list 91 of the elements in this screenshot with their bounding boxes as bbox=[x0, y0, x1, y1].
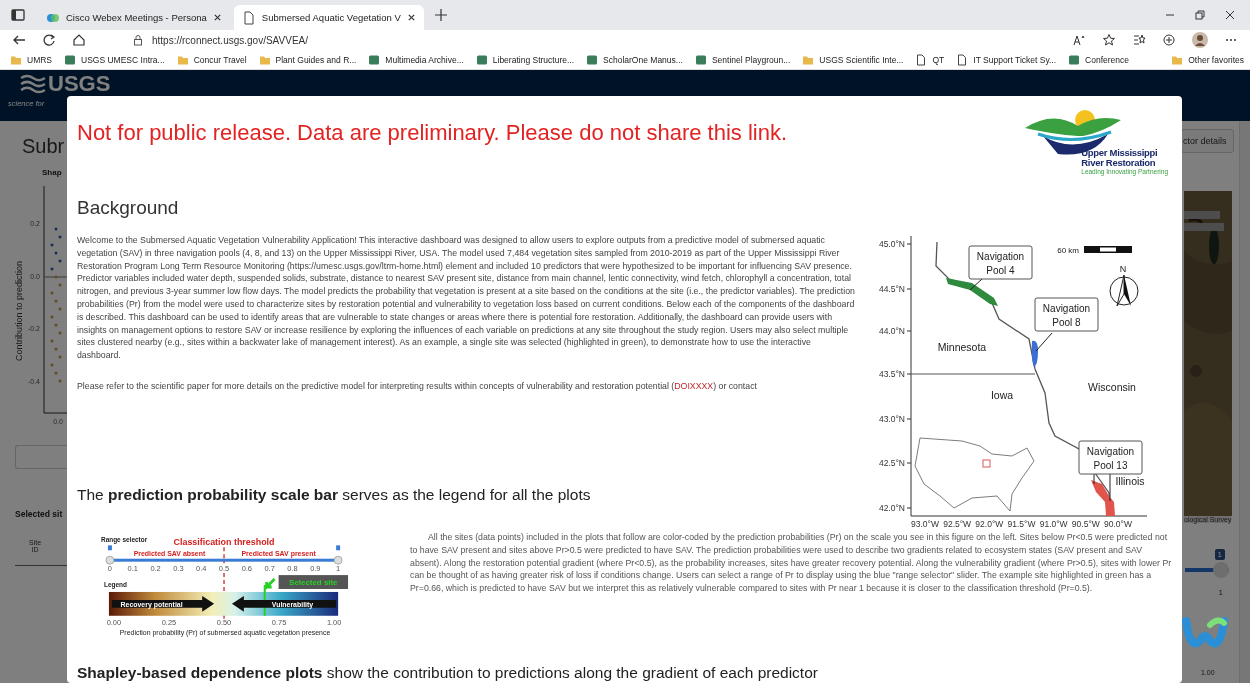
tick-label: 92.0°W bbox=[975, 519, 1004, 529]
restore-icon[interactable] bbox=[1194, 9, 1206, 21]
bookmark[interactable]: Liberating Structure... bbox=[475, 53, 575, 66]
favorites-icon[interactable] bbox=[1132, 33, 1146, 47]
home-icon[interactable] bbox=[72, 33, 86, 47]
warning-text: Not for public release. Data are preliminary. Please do not share this link. bbox=[77, 119, 788, 146]
refer-text: Please refer to the scientific paper for more details on the predictive model for interpreting results within concepts of vulnerability and restoration potential (DOIXXXX) or contact bbox=[77, 379, 758, 393]
scrollbar[interactable] bbox=[1239, 121, 1250, 683]
section-heading: The prediction probability scale bar serves as the legend for all the plots bbox=[77, 484, 592, 505]
tick-label: 45.0°N bbox=[878, 239, 905, 249]
slider-badge: 1 bbox=[1214, 549, 1225, 560]
close-icon[interactable] bbox=[406, 13, 416, 22]
waves-icon bbox=[20, 73, 46, 95]
range-slider[interactable] bbox=[1185, 562, 1229, 578]
app-icon bbox=[1068, 53, 1081, 66]
app-icon bbox=[694, 53, 707, 66]
tick-label: 91.0°W bbox=[1039, 519, 1068, 529]
pool-label: Navigation Pool 4 bbox=[968, 245, 1033, 280]
browser-tab[interactable]: Submersed Aquatic Vegetation V bbox=[233, 5, 424, 30]
site-line bbox=[263, 584, 266, 617]
axis-label: Contribution to prediction bbox=[14, 260, 24, 362]
bookmark[interactable]: Conference bbox=[1068, 53, 1130, 66]
pool-label: Navigation Pool 13 bbox=[1078, 440, 1143, 475]
tick-label: 42.0°N bbox=[878, 503, 905, 513]
app-icon bbox=[586, 53, 599, 66]
bookmark[interactable]: IT Support Ticket Sy... bbox=[956, 53, 1057, 66]
star-icon[interactable] bbox=[1102, 33, 1116, 47]
tick-label: 44.0°N bbox=[878, 326, 905, 336]
tick-label: 91.5°W bbox=[1007, 519, 1036, 529]
tick-label: 42.5°N bbox=[878, 458, 905, 468]
tick-label: 93.0°W bbox=[911, 519, 939, 529]
collections-icon[interactable] bbox=[1162, 33, 1176, 47]
tick-label: 44.5°N bbox=[878, 284, 905, 294]
avatar-icon[interactable] bbox=[1192, 32, 1208, 48]
north-label: N bbox=[1119, 264, 1127, 274]
leader-line bbox=[1035, 332, 1053, 352]
intro-paragraph: Welcome to the Submersed Aquatic Vegetation Vulnerability Application! This interactive dashboard was designed to allow users to explore outputs from a predictive model of submersed aquatic vegetation (SAV) in three navigation pools (4, 8, and 13) on the Upper Mississippi River, USA. The model used 7,484 vegetation sites sampled from 2010-2019 as part of the Upper Mississippi River Restoration Program Long Term Resource Monitoring (https://umesc.usgs.gov/ltrm-home.html) element and included 10 predictors that were hypothesized to be important for influencing SAV presence. Predictor variables included water depth, suspended solids, substrate, distance to nearest SAV present site, distance from main channel, lentic connectivity, wind fetch, chlorophyll a concentration, total nitrogen, and previous 3-year summer low flow days. The model predicts the probability that vegetation is present at a site based on the conditions at the site (i.e., the predictor variables). The prediction probabilities (Pr) from the model were used to characterize sites by restoration potential and vulnerability to vegetation loss based on current conditions. Below each of the components of the dashboard is described. This dashboard can be used to identify areas that are vulnerable to state changes or areas where there is potential fore restoration. Additionally, the dashboard can provide users with insights on management options to restore SAV or increase resilience by exploring the influences of each variable on predictions at any site throughout the study region. Users may also select multiple sites clustered nearby (e.g., sites within a backwater lake of management interest). As an example, a single site was selected (highlighted in green), to demonstrate how to use the interactive dashboard. bbox=[77, 234, 856, 362]
scale-label: 60 km bbox=[1057, 246, 1079, 255]
tick-label: 43.0°N bbox=[878, 414, 905, 424]
selected-tag: Selected site bbox=[278, 575, 349, 589]
legend-paragraph: All the sites (data points) included in the plots that follow are color-coded by the prediction probabilities (Pr) on the scale you see in this figure on the left. Sites below Pr<0.5 were predicted not to have SAV present and sites above Pr>0.5 were predicted to have SAV. The prediction probabilities were used to describe two gradients related to ecosystem states (SAV present and SAV absent). Along the restoration potential gradient (where Pr<0.5), as the probability increases, sites have greater recovery potential. Along the vulnerability gradient (where Pr>0.5), sites with lower Pr can be thought of as having greater risk of loss if conditions change. Users can select a range of Pr to display using the blue "range selector" slider. The example site highlighted in green has a Pr=0.66, which is predicted to have SAV but we interpret this as relatively vulnerable compared to sites with Pr near 1 because it is closer to the classification threshold (Pr=0.5). bbox=[410, 531, 1172, 595]
scale-bar-icon bbox=[1084, 246, 1132, 253]
tick-label: 90.5°W bbox=[1071, 519, 1100, 529]
back-icon[interactable] bbox=[12, 33, 26, 47]
page-icon bbox=[956, 53, 969, 66]
leader-line bbox=[969, 278, 983, 291]
section-heading: Background bbox=[77, 196, 180, 220]
bookmark[interactable]: Sentinel Playgroun... bbox=[694, 53, 791, 66]
bookmark[interactable]: USGS UMESC Intra... bbox=[64, 53, 165, 66]
bookmark[interactable]: Plant Guides and R... bbox=[258, 53, 357, 66]
bookmark[interactable]: Multimedia Archive... bbox=[368, 53, 464, 66]
app-icon bbox=[64, 53, 77, 66]
address-field[interactable]: https://rconnect.usgs.gov/SAVVEA/ bbox=[102, 34, 552, 46]
slider-value: 1 bbox=[1218, 588, 1223, 597]
logo-text: Upper Mississippi bbox=[1081, 148, 1159, 158]
state-label: Minnesota bbox=[937, 341, 987, 353]
sidebar-icon[interactable] bbox=[10, 7, 26, 23]
section-title: Selected sit bbox=[14, 508, 64, 519]
study-area-marker bbox=[982, 459, 991, 468]
pool-label: Navigation Pool 8 bbox=[1034, 297, 1099, 332]
page-icon bbox=[241, 10, 256, 25]
app-icon bbox=[368, 53, 381, 66]
pointer-arrow-icon bbox=[265, 577, 277, 591]
leader-line bbox=[1093, 473, 1111, 502]
state-label: Illinois bbox=[1115, 475, 1145, 487]
page-title: Subr bbox=[21, 134, 66, 158]
lock-icon bbox=[132, 34, 144, 46]
bookmark[interactable]: ScholarOne Manus... bbox=[586, 53, 683, 66]
close-icon[interactable] bbox=[212, 13, 222, 22]
browser-tab[interactable]: Cisco Webex Meetings - Persona bbox=[38, 5, 230, 30]
app-icon bbox=[475, 53, 488, 66]
logo-text: River Restoration bbox=[1081, 158, 1156, 168]
close-icon[interactable] bbox=[1224, 9, 1236, 21]
section-heading: Shapley-based dependence plots show the contribution to predictions along the gradient of each predictor bbox=[77, 663, 819, 683]
details-button[interactable]: ctor details bbox=[1181, 129, 1234, 153]
plot-title: Shap bbox=[41, 167, 63, 177]
tick-label: 43.5°N bbox=[878, 369, 905, 379]
new-tab-icon[interactable] bbox=[433, 8, 448, 22]
tick-label: 90.0°W bbox=[1104, 519, 1132, 529]
state-label: Iowa bbox=[990, 389, 1014, 401]
threshold-label: Classification threshold bbox=[173, 537, 275, 548]
state-label: Wisconsin bbox=[1088, 381, 1136, 393]
tick-label: 92.5°W bbox=[943, 519, 972, 529]
page-icon bbox=[915, 53, 928, 66]
bookmark[interactable]: Other favorites bbox=[1171, 53, 1244, 66]
bookmark[interactable]: USGS Scientific Inte... bbox=[802, 53, 904, 66]
bookmark[interactable]: UMRS bbox=[10, 53, 53, 66]
bookmark[interactable]: QT bbox=[915, 53, 945, 66]
read-aloud-icon[interactable] bbox=[1072, 33, 1086, 47]
bookmark[interactable]: Concur Travel bbox=[176, 53, 247, 66]
refresh-icon[interactable] bbox=[42, 33, 56, 47]
